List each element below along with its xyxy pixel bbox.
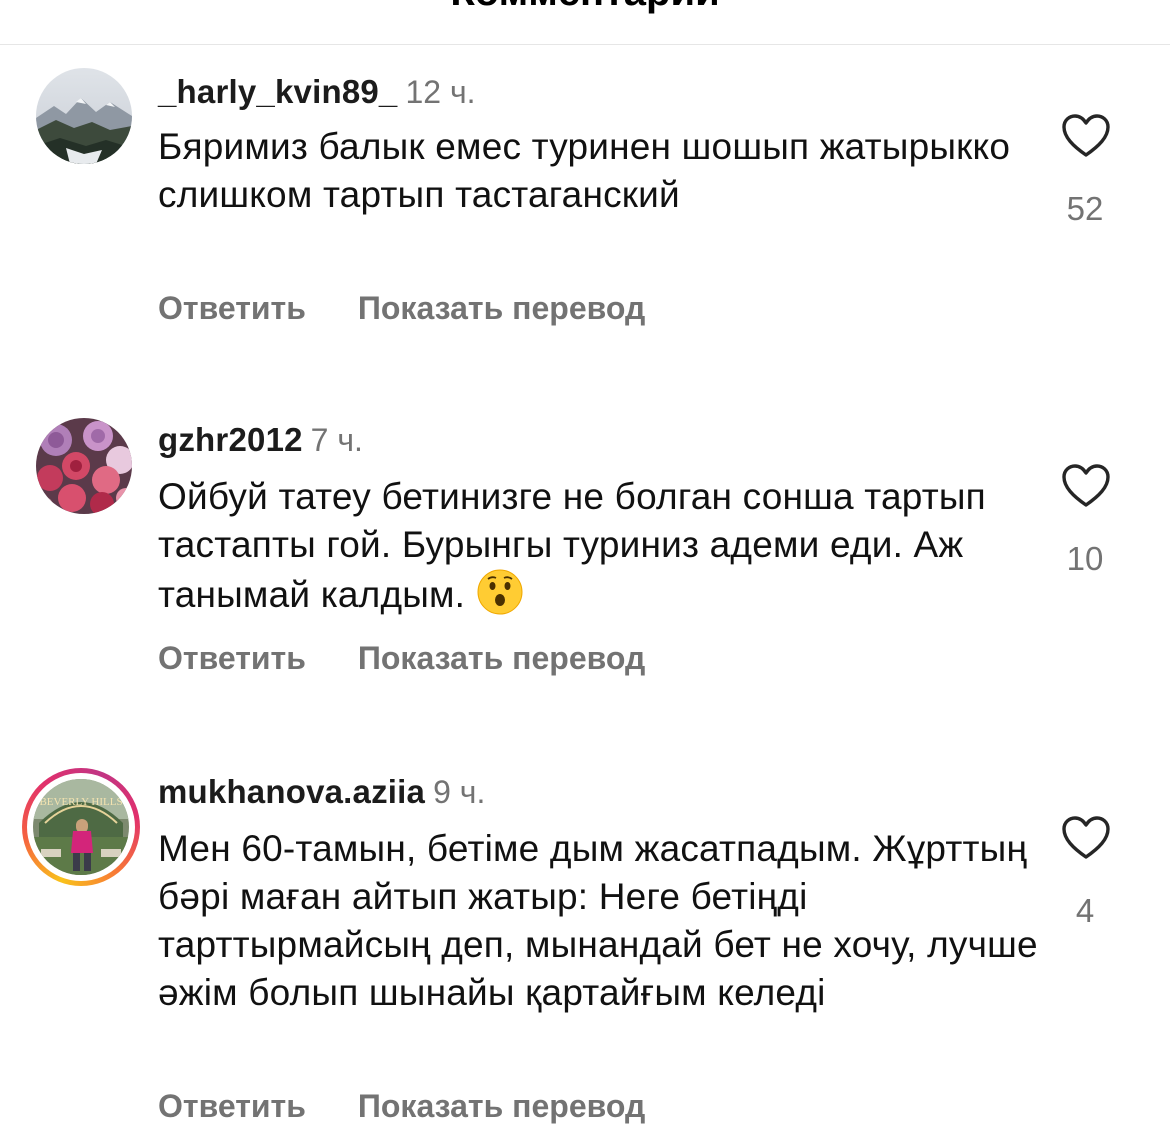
- avatar: BEVERLY HILLS: [33, 779, 129, 875]
- avatar-sign-text: BEVERLY HILLS: [39, 796, 122, 808]
- comment-actions: Ответить Показать перевод: [158, 290, 645, 327]
- reply-button[interactable]: Ответить: [158, 640, 306, 677]
- comment-header: gzhr2012 7 ч.: [158, 418, 363, 469]
- like-button[interactable]: [1060, 815, 1112, 861]
- avatar-story-ring[interactable]: BEVERLY HILLS: [22, 768, 140, 886]
- astonished-face-emoji: [477, 569, 523, 615]
- reply-button[interactable]: Ответить: [158, 1088, 306, 1125]
- comment-item: BEVERLY HILLS mukhanova.aziia 9 ч. Мен 60…: [0, 768, 1170, 1124]
- username-link[interactable]: gzhr2012: [158, 421, 303, 458]
- like-button[interactable]: [1060, 113, 1112, 159]
- comment-text-body: Ойбуй татеу бетинизге не болган сонша та…: [158, 476, 986, 615]
- comment-text: Бяримиз балык емес туринен шошып жатырык…: [158, 126, 1011, 215]
- avatar[interactable]: [36, 418, 132, 514]
- like-count: 10: [1066, 540, 1104, 577]
- timestamp: 9 ч.: [433, 774, 486, 810]
- username-link[interactable]: mukhanova.aziia: [158, 773, 425, 810]
- timestamp: 7 ч.: [310, 422, 363, 458]
- show-translation-button[interactable]: Показать перевод: [358, 290, 645, 327]
- top-bar: Комментарии: [0, 0, 1170, 45]
- page-title: Комментарии: [0, 0, 1170, 15]
- reply-button[interactable]: Ответить: [158, 290, 306, 327]
- comment-header: mukhanova.aziia 9 ч.: [158, 770, 485, 821]
- heart-icon: [1062, 114, 1110, 157]
- heart-icon: [1062, 816, 1110, 859]
- comment-header: _harly_kvin89_ 12 ч.: [158, 70, 476, 121]
- comment-item: gzhr2012 7 ч. Ойбуй татеу бетинизге не бо…: [0, 418, 1170, 718]
- comment-text: Мен 60-тамын, бетіме дым жасатпадым. Жұр…: [158, 828, 1038, 1013]
- avatar[interactable]: [36, 68, 132, 164]
- show-translation-button[interactable]: Показать перевод: [358, 640, 645, 677]
- timestamp: 12 ч.: [405, 74, 476, 110]
- avatar-beverly-hills-image: BEVERLY HILLS: [33, 779, 129, 875]
- username-link[interactable]: _harly_kvin89_: [158, 73, 397, 110]
- comment-item: _harly_kvin89_ 12 ч. Бяримиз балык емес т…: [0, 68, 1170, 368]
- comment-actions: Ответить Показать перевод: [158, 1088, 645, 1125]
- heart-icon: [1062, 464, 1110, 507]
- avatar-mountain-image: [36, 68, 132, 164]
- show-translation-button[interactable]: Показать перевод: [358, 1088, 645, 1125]
- comment-actions: Ответить Показать перевод: [158, 640, 645, 677]
- avatar-roses-image: [36, 418, 132, 514]
- like-count: 52: [1066, 190, 1104, 227]
- like-count: 4: [1075, 892, 1095, 929]
- comment-text: Ойбуй татеу бетинизге не болган сонша та…: [158, 473, 1038, 619]
- like-button[interactable]: [1060, 463, 1112, 509]
